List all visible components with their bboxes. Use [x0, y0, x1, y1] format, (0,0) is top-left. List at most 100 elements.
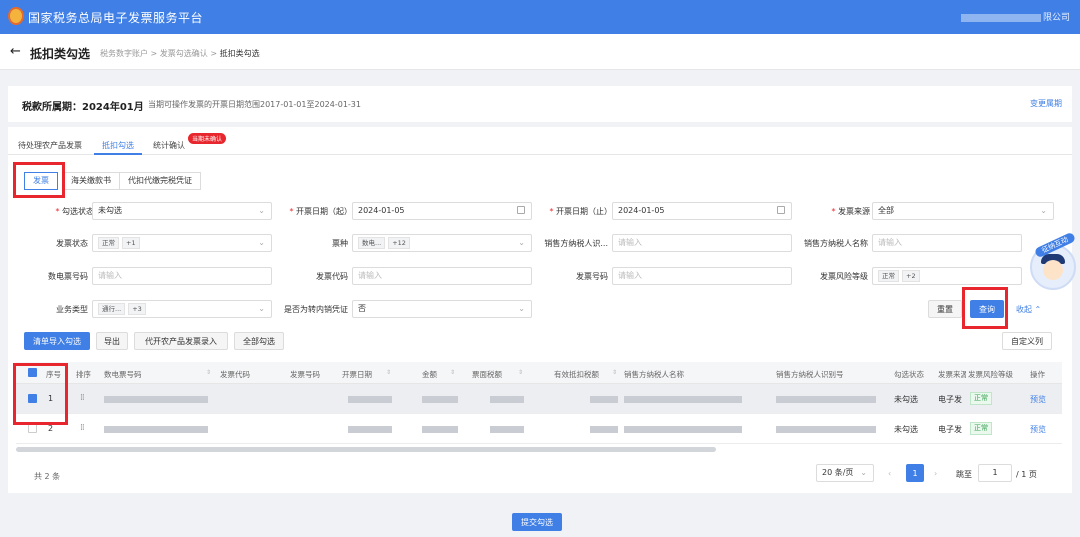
date-end-label: * 开票日期（止） [549, 207, 612, 216]
row-risk-badge: 正常 [970, 422, 992, 435]
app-title: 国家税务总局电子发票服务平台 [28, 11, 204, 25]
submit-bar: 提交勾选 [0, 497, 1080, 537]
total-count: 共 2 条 [34, 472, 61, 481]
sort-icon[interactable]: ⇕ [612, 369, 617, 376]
avatar-face [1043, 260, 1063, 280]
col-valid-tax[interactable]: 有效抵扣税额 [554, 369, 599, 380]
row-index: 2 [48, 424, 54, 433]
redacted-seller-name [624, 396, 742, 403]
select-all-button[interactable]: 全部勾选 [234, 332, 284, 350]
redacted-seller-name [624, 426, 742, 433]
col-risk-level: 发票风险等级 [968, 370, 1013, 379]
tab-deduction-select[interactable]: 抵扣勾选 [102, 140, 134, 151]
seller-name-input[interactable]: 请输入 [872, 234, 1022, 252]
agri-entry-button[interactable]: 代开农产品发票录入 [134, 332, 228, 350]
col-sort: 排序 [76, 370, 91, 379]
redacted-valid-tax [590, 396, 618, 403]
col-invoice-code: 发票代码 [220, 370, 250, 379]
source-label: * 发票来源 [831, 207, 870, 216]
export-button[interactable]: 导出 [96, 332, 128, 350]
tab-bar: 待处理农产品发票 抵扣勾选 统计确认 当期未确认 [8, 127, 1072, 155]
sort-icon[interactable]: ⇕ [386, 369, 391, 376]
date-start-picker[interactable]: 2024-01-05 [352, 202, 532, 220]
breadcrumb-item[interactable]: 税务数字账户 [100, 49, 148, 58]
row-source: 电子发 [938, 425, 962, 434]
jump-page-input[interactable]: 1 [978, 464, 1012, 482]
submit-select-button[interactable]: 提交勾选 [512, 513, 562, 531]
assistant-avatar[interactable]: 征纳互动 [1030, 231, 1077, 290]
invoice-no-label: 发票号码 [576, 272, 608, 281]
redacted-date [348, 426, 392, 433]
date-end-picker[interactable]: 2024-01-05 [612, 202, 792, 220]
top-bar: 国家税务总局电子发票服务平台 限公司 [0, 0, 1080, 34]
next-page-icon[interactable]: › [934, 469, 937, 478]
transfer-out-label: 是否为转内销凭证 [284, 305, 348, 314]
page-size-select[interactable]: 20 条/页 ⌄ [816, 464, 874, 482]
highlight-invoice-tab [13, 162, 65, 198]
subtab-withholding[interactable]: 代扣代缴完税凭证 [119, 172, 201, 190]
prev-page-icon[interactable]: ‹ [888, 469, 891, 478]
date-start-label: * 开票日期（起） [289, 207, 352, 216]
source-dropdown[interactable]: 全部 ⌄ [872, 202, 1054, 220]
col-seller-name: 销售方纳税人名称 [624, 370, 684, 379]
sort-icon[interactable]: ⇕ [518, 369, 523, 376]
table-row[interactable]: 2 ⁞⁞ 未勾选 电子发 正常 预览 [16, 414, 1062, 444]
redacted-digital-no [104, 426, 208, 433]
sort-icon[interactable]: ⇕ [206, 369, 211, 376]
seller-tax-id-input[interactable]: 请输入 [612, 234, 792, 252]
active-tab-indicator [94, 153, 142, 155]
sort-icon[interactable]: ⇕ [450, 369, 455, 376]
tax-emblem-icon [8, 7, 24, 25]
tab-statistics-confirm[interactable]: 统计确认 [153, 140, 185, 151]
back-arrow-icon[interactable]: ← [10, 44, 21, 59]
risk-level-label: 发票风险等级 [820, 272, 868, 281]
row-preview-link[interactable]: 预览 [1030, 394, 1046, 405]
collapse-link[interactable]: 收起 ⌃ [1016, 304, 1041, 315]
page-title: 抵扣类勾选 [30, 47, 91, 61]
drag-handle-icon[interactable]: ⁞⁞ [80, 423, 85, 433]
col-digital-no[interactable]: 数电票号码 [104, 369, 142, 380]
select-status-label: * 勾选状态 [55, 207, 94, 216]
change-period-link[interactable]: 变更属期 [1030, 98, 1062, 109]
highlight-query-button [962, 287, 1008, 329]
redacted-seller-tax-id [776, 426, 876, 433]
breadcrumb: 税务数字账户 > 发票勾选确认 > 抵扣类勾选 [100, 49, 260, 58]
user-company[interactable]: 限公司 [960, 10, 1070, 23]
business-type-label: 业务类型 [56, 305, 88, 314]
col-invoice-no: 发票号码 [290, 370, 320, 379]
digital-no-input[interactable]: 请输入 [92, 267, 272, 285]
invoice-no-input[interactable]: 请输入 [612, 267, 792, 285]
invoice-type-dropdown[interactable]: 数电... +12 ⌄ [352, 234, 532, 252]
col-amount[interactable]: 金额 [422, 369, 437, 380]
redacted-tax [490, 426, 524, 433]
row-checkbox[interactable] [28, 424, 37, 433]
chevron-down-icon: ⌄ [258, 206, 265, 215]
transfer-out-dropdown[interactable]: 否 ⌄ [352, 300, 532, 318]
unconfirmed-badge: 当期未确认 [188, 133, 227, 144]
row-preview-link[interactable]: 预览 [1030, 424, 1046, 435]
reset-button[interactable]: 重置 [928, 300, 962, 318]
select-status-dropdown[interactable]: 未勾选 ⌄ [92, 202, 272, 220]
col-action: 操作 [1030, 370, 1045, 379]
table-row[interactable]: 1 ⁞⁞ 未勾选 电子发 正常 预览 [16, 384, 1062, 414]
redacted-tax [490, 396, 524, 403]
subtab-customs[interactable]: 海关缴款书 [62, 172, 120, 190]
col-issue-date[interactable]: 开票日期 [342, 369, 372, 380]
drag-handle-icon[interactable]: ⁞⁞ [80, 393, 85, 403]
page-1-button[interactable]: 1 [906, 464, 924, 482]
invoice-status-dropdown[interactable]: 正常 +1 ⌄ [92, 234, 272, 252]
tab-agri-invoices[interactable]: 待处理农产品发票 [18, 140, 82, 151]
invoice-code-input[interactable]: 请输入 [352, 267, 532, 285]
business-type-dropdown[interactable]: 通行... +3 ⌄ [92, 300, 272, 318]
risk-level-dropdown[interactable]: 正常 +2 [872, 267, 1022, 285]
table-header: 序号 排序 数电票号码 ⇕ 发票代码 发票号码 开票日期 ⇕ 金额 ⇕ 票面税额 ⇕ 有… [16, 362, 1062, 384]
col-tax[interactable]: 票面税额 [472, 369, 502, 380]
invoice-type-label: 票种 [332, 239, 348, 248]
breadcrumb-item[interactable]: 发票勾选确认 [160, 49, 208, 58]
horizontal-scrollbar[interactable] [16, 447, 716, 452]
import-select-button[interactable]: 清单导入勾选 [24, 332, 90, 350]
col-source: 发票来源 [938, 370, 966, 379]
digital-no-label: 数电票号码 [48, 272, 88, 281]
custom-columns-button[interactable]: 自定义列 [1002, 332, 1052, 350]
chevron-down-icon: ⌄ [258, 238, 265, 247]
